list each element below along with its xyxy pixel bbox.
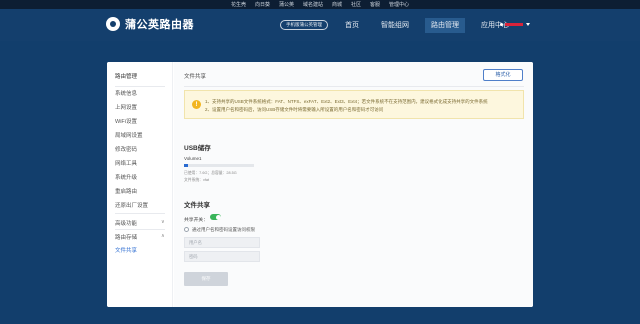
nav-smart-network[interactable]: 智能组网 xyxy=(375,18,415,33)
chevron-up-icon[interactable]: ∧ xyxy=(161,233,165,239)
sidebar-group-advanced[interactable]: 高级功能 xyxy=(115,219,137,227)
sidebar-item-wifi[interactable]: WiFi设置 xyxy=(115,117,137,125)
top-link-pugongying[interactable]: 蒲公英 xyxy=(279,1,294,8)
main-header: 蒲公英路由器 手机版蒲公英管理 首页 智能组网 路由管理 应用中心 xyxy=(0,9,640,41)
volume-usage-fill xyxy=(184,164,188,167)
save-button[interactable]: 保存 xyxy=(184,272,228,286)
sidebar-item-password[interactable]: 修改密码 xyxy=(115,145,137,153)
sidebar-item-network-tools[interactable]: 网络工具 xyxy=(115,159,137,167)
notice-box: ! 1、支持共享的USB文件系统格式：FAT、NTFS、exFAT、Ext2、E… xyxy=(184,90,524,119)
volume-usage-text: 已使用：7.6G；总容量：28.5G xyxy=(184,171,237,175)
sidebar-item-upgrade[interactable]: 系统升级 xyxy=(115,173,137,181)
share-section-title: 文件共享 xyxy=(184,202,210,209)
sidebar-group-storage[interactable]: 路由存储 xyxy=(115,233,137,241)
volume-usage-bar xyxy=(184,164,254,167)
username-field[interactable]: 用户名 xyxy=(184,237,260,248)
volume-name: Volume1 xyxy=(184,156,202,161)
notice-line-1: 1、支持共享的USB文件系统格式：FAT、NTFS、exFAT、Ext2、Ext… xyxy=(205,99,488,104)
content-panel: 文件共享 格式化 ! 1、支持共享的USB文件系统格式：FAT、NTFS、exF… xyxy=(174,62,533,307)
page-title: 文件共享 xyxy=(184,74,207,80)
sidebar-divider xyxy=(115,86,165,87)
top-link-bar: 花生壳 向日葵 蒲公英 域名建站 商城 社区 客服 管理中心 xyxy=(0,0,640,9)
usb-section-title: USB储存 xyxy=(184,145,211,152)
sidebar-item-system-info[interactable]: 系统信息 xyxy=(115,89,137,97)
sidebar-item-internet[interactable]: 上网设置 xyxy=(115,103,137,111)
sidebar-item-factory-reset[interactable]: 还原出厂设置 xyxy=(115,201,148,209)
top-link-admin[interactable]: 管理中心 xyxy=(389,1,409,8)
top-link-xiangrikui[interactable]: 向日葵 xyxy=(255,1,270,8)
user-status-dot xyxy=(500,23,503,26)
password-field[interactable]: 密码 xyxy=(184,251,260,262)
sidebar-title: 路由管理 xyxy=(115,74,138,80)
auth-checkbox[interactable] xyxy=(184,227,189,232)
nav-router-management[interactable]: 路由管理 xyxy=(425,18,465,33)
format-button[interactable]: 格式化 xyxy=(483,69,523,81)
top-link-shop[interactable]: 商城 xyxy=(332,1,342,8)
top-link-domain[interactable]: 域名建站 xyxy=(303,1,323,8)
mobile-management-button[interactable]: 手机版蒲公英管理 xyxy=(280,20,328,30)
sidebar-item-file-share[interactable]: 文件共享 xyxy=(115,246,137,254)
user-menu[interactable] xyxy=(500,23,530,26)
sidebar-item-lan[interactable]: 局域网设置 xyxy=(115,131,143,139)
sidebar-item-reboot[interactable]: 重启路由 xyxy=(115,187,137,195)
logo[interactable]: 蒲公英路由器 xyxy=(106,16,194,32)
sidebar-divider xyxy=(115,229,165,230)
logo-text: 蒲公英路由器 xyxy=(125,19,194,31)
share-toggle[interactable] xyxy=(210,214,221,220)
top-link-huashengke[interactable]: 花生壳 xyxy=(231,1,246,8)
notice-line-2: 2、设置用户名和密码后，访问USB存储文件时将需要输入所设置的用户名和密码才可访… xyxy=(205,107,384,112)
warning-icon: ! xyxy=(192,100,201,109)
top-link-community[interactable]: 社区 xyxy=(351,1,361,8)
auth-checkbox-label[interactable]: 通过用户名和密码设置访问权限 xyxy=(192,227,255,233)
main-nav: 首页 智能组网 路由管理 应用中心 xyxy=(339,18,525,33)
share-toggle-label: 共享开关： xyxy=(184,218,208,223)
title-divider xyxy=(184,86,524,87)
sidebar: 路由管理 系统信息 上网设置 WiFi设置 局域网设置 修改密码 网络工具 系统… xyxy=(107,62,173,307)
top-link-service[interactable]: 客服 xyxy=(370,1,380,8)
chevron-down-icon xyxy=(526,23,530,26)
nav-home[interactable]: 首页 xyxy=(339,18,365,33)
logo-icon xyxy=(106,17,120,31)
user-name-redacted xyxy=(505,23,523,26)
main-card: 路由管理 系统信息 上网设置 WiFi设置 局域网设置 修改密码 网络工具 系统… xyxy=(107,62,533,307)
volume-fs-text: 文件系统：vfat xyxy=(184,178,210,182)
chevron-down-icon[interactable]: ∨ xyxy=(161,219,165,225)
sidebar-divider xyxy=(115,213,165,214)
